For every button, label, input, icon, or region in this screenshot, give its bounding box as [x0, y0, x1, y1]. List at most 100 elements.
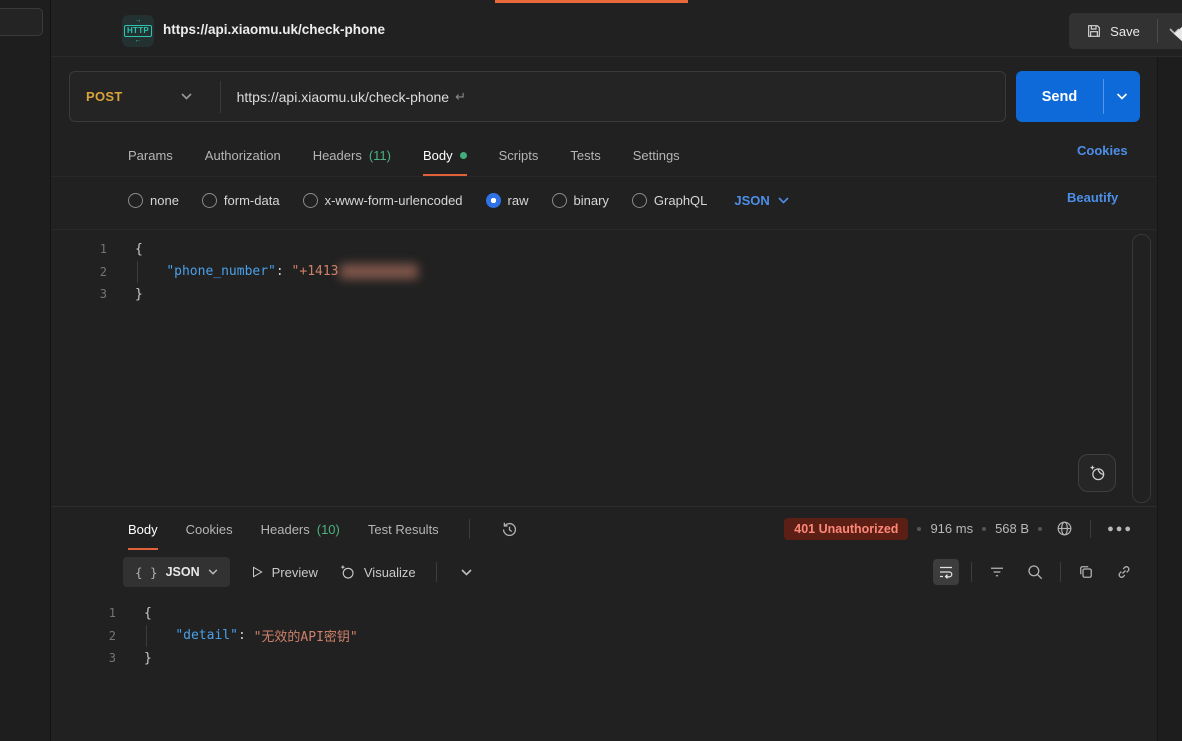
copy-button[interactable] [1073, 559, 1099, 585]
chevron-down-icon [1116, 93, 1128, 100]
tab-authorization[interactable]: Authorization [205, 135, 281, 176]
tab-headers[interactable]: Headers (11) [313, 135, 391, 176]
json-key: "detail" [175, 628, 238, 643]
divider [51, 506, 1157, 507]
filter-button[interactable] [984, 559, 1010, 585]
tab-label: Scripts [499, 148, 539, 163]
send-dropdown-button[interactable] [1104, 71, 1140, 122]
dot-separator [1038, 527, 1042, 531]
json-colon: : [276, 264, 292, 279]
request-tabs: Params Authorization Headers (11) Body S… [128, 135, 680, 176]
code-line: 3 } [51, 283, 1157, 306]
radio-binary[interactable]: binary [552, 193, 609, 208]
response-time: 916 ms [930, 521, 973, 536]
http-request-icon: → HTTP ← [122, 15, 154, 47]
share-link-button[interactable] [1111, 559, 1137, 585]
send-button-group: Send [1016, 71, 1140, 122]
radio-graphql[interactable]: GraphQL [632, 193, 707, 208]
radio-icon [128, 193, 143, 208]
url-input[interactable]: https://api.xiaomu.uk/check-phone [237, 89, 449, 105]
divider [1090, 520, 1091, 538]
radio-label: form-data [224, 193, 280, 208]
status-badge[interactable]: 401 Unauthorized [784, 518, 908, 540]
tab-accent-bar [495, 0, 688, 3]
radio-none[interactable]: none [128, 193, 179, 208]
radio-icon [632, 193, 647, 208]
code-line: 2 "phone_number": "+1413 [51, 261, 1157, 284]
tab-label: Headers [313, 148, 362, 163]
save-button-group: Save [1069, 13, 1182, 49]
divider [1060, 562, 1061, 582]
save-button-label: Save [1110, 24, 1140, 39]
radio-icon [202, 193, 217, 208]
language-dropdown[interactable]: JSON [734, 193, 788, 208]
left-sidebar-collapsed [0, 0, 51, 741]
network-info-button[interactable] [1051, 515, 1078, 542]
search-button[interactable] [1022, 559, 1048, 585]
mouse-cursor [1174, 25, 1182, 43]
tab-body[interactable]: Body [423, 135, 467, 176]
tab-params[interactable]: Params [128, 135, 173, 176]
radio-x-www-form-urlencoded[interactable]: x-www-form-urlencoded [303, 193, 463, 208]
code-line: 2 "detail": "无效的API密钥" [51, 625, 1157, 648]
tab-settings[interactable]: Settings [633, 135, 680, 176]
json-brace: { [144, 606, 152, 621]
indent-guide [146, 625, 147, 648]
response-options-button[interactable]: ●●● [1103, 521, 1137, 537]
floppy-disk-icon [1086, 23, 1102, 39]
method-selector-label: POST [86, 89, 123, 104]
right-sidebar-rail [1157, 57, 1182, 741]
copy-icon [1077, 563, 1095, 581]
line-number: 3 [76, 651, 116, 665]
radio-icon [552, 193, 567, 208]
request-title: https://api.xiaomu.uk/check-phone [163, 22, 385, 37]
save-button[interactable]: Save [1069, 13, 1157, 49]
json-colon: : [238, 628, 254, 643]
radio-raw[interactable]: raw [486, 193, 529, 208]
chevron-down-icon [181, 93, 192, 100]
tab-label: Tests [570, 148, 600, 163]
beautify-link[interactable]: Beautify [1067, 190, 1118, 205]
code-line: 1 { [51, 602, 1157, 625]
arrow-left-icon: ← [135, 38, 142, 44]
json-brace: } [144, 651, 152, 666]
globe-icon [1055, 519, 1074, 538]
tab-scripts[interactable]: Scripts [499, 135, 539, 176]
language-label: JSON [734, 193, 769, 208]
send-button[interactable]: Send [1016, 71, 1103, 122]
tab-tests[interactable]: Tests [570, 135, 600, 176]
enter-key-icon: ↵ [455, 89, 466, 105]
body-mode-selector: none form-data x-www-form-urlencoded raw… [128, 185, 789, 215]
editor-scrollbar[interactable] [1132, 234, 1151, 503]
radio-icon [303, 193, 318, 208]
cookies-link[interactable]: Cookies [1077, 143, 1128, 158]
radio-form-data[interactable]: form-data [202, 193, 280, 208]
line-number: 1 [76, 606, 116, 620]
wrap-text-button[interactable] [933, 559, 959, 585]
sidebar-item-partial[interactable] [0, 8, 43, 36]
tab-label: Params [128, 148, 173, 163]
response-body-editor[interactable]: 1 { 2 "detail": "无效的API密钥" 3 } [51, 594, 1157, 741]
dot-separator [982, 527, 986, 531]
json-value: "无效的API密钥" [254, 626, 358, 645]
postbot-button[interactable] [1078, 454, 1116, 492]
code-line: 1 { [51, 238, 1157, 261]
code-line: 3 } [51, 647, 1157, 670]
tab-label: Body [423, 148, 453, 163]
radio-label: GraphQL [654, 193, 707, 208]
radio-label: none [150, 193, 179, 208]
response-size: 568 B [995, 521, 1029, 536]
line-number: 1 [67, 242, 107, 256]
request-body-editor[interactable]: 1 { 2 "phone_number": "+1413 3 } [51, 229, 1157, 506]
divider [971, 562, 972, 582]
modified-dot-icon [460, 152, 467, 159]
divider [220, 81, 221, 113]
radio-label: binary [574, 193, 609, 208]
json-brace: } [135, 287, 143, 302]
divider [51, 176, 1157, 177]
line-number: 2 [76, 629, 116, 643]
method-dropdown[interactable] [181, 93, 192, 100]
url-builder: POST https://api.xiaomu.uk/check-phone ↵ [69, 71, 1006, 122]
json-key: "phone_number" [166, 264, 276, 279]
line-number: 2 [67, 265, 107, 279]
